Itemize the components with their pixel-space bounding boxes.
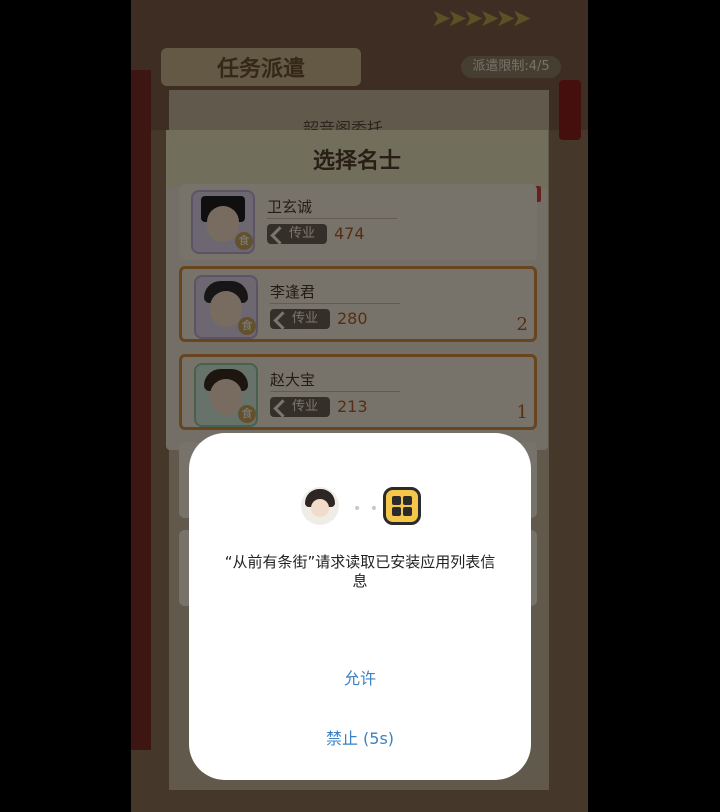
- grid-cell: [392, 507, 401, 516]
- grid-cell: [403, 507, 412, 516]
- connector-dots: • •: [353, 501, 380, 517]
- dialog-icons: • •: [189, 487, 531, 527]
- grid-cell: [392, 496, 401, 505]
- permission-dialog: • • “从前有条街”请求读取已安装应用列表信息 允许 禁止 (5s): [189, 433, 531, 780]
- deny-button[interactable]: 禁止 (5s): [189, 725, 531, 749]
- allow-button[interactable]: 允许: [189, 665, 531, 689]
- app-grid-icon: [383, 487, 421, 525]
- icon-face: [311, 499, 329, 517]
- game-avatar-icon: [301, 487, 339, 525]
- permission-message: “从前有条街”请求读取已安装应用列表信息: [224, 553, 496, 590]
- grid-cell: [403, 496, 412, 505]
